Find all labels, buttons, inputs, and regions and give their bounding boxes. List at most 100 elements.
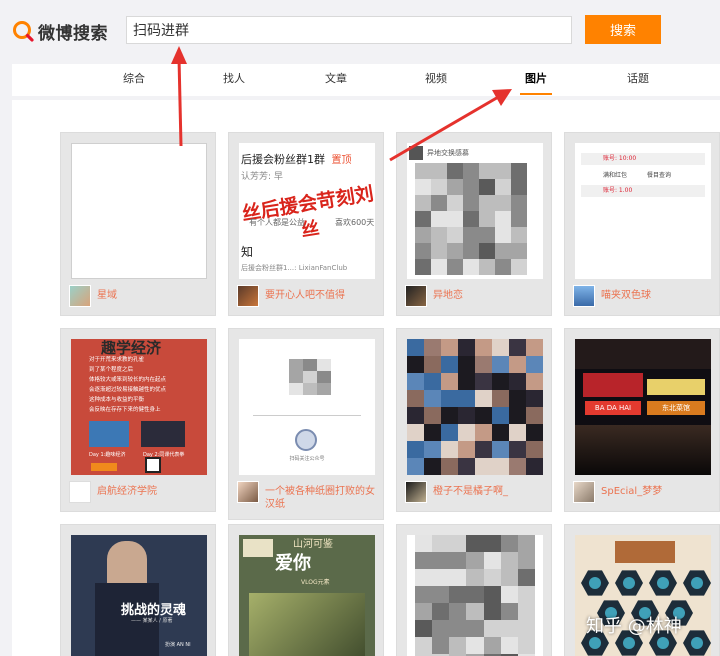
avatar[interactable] bbox=[405, 285, 427, 307]
image-card[interactable] bbox=[396, 524, 552, 656]
header: 微博搜索 搜索 bbox=[0, 0, 720, 62]
group-chat-screenshot-thumb[interactable]: 后援会粉丝群1群 置顶 认芳芳: 早 丝后援会苛刻刘 丝 有个人都是公益 喜欢6… bbox=[239, 143, 375, 279]
tab-articles[interactable]: 文章 bbox=[306, 64, 366, 96]
avatar[interactable] bbox=[69, 285, 91, 307]
avatar[interactable] bbox=[237, 285, 259, 307]
image-card[interactable]: 扫码关注公众号 一个被各种纸圈打败的女汉纸 bbox=[228, 328, 384, 520]
thumb-line: 后援会粉丝群1群 bbox=[241, 153, 325, 166]
mosaic-cell bbox=[441, 390, 458, 407]
game-box bbox=[615, 541, 675, 563]
mosaic-cell bbox=[479, 259, 495, 275]
mosaic-cell bbox=[431, 211, 447, 227]
card-owner[interactable]: 异地恋 bbox=[405, 285, 549, 307]
blurred-qr-image-thumb[interactable]: 异地交换感慕 bbox=[407, 143, 543, 279]
avatar[interactable] bbox=[69, 481, 91, 503]
mosaic-cell bbox=[407, 339, 424, 356]
owner-name[interactable]: 启航经济学院 bbox=[97, 485, 157, 498]
mosaic-cell bbox=[466, 620, 484, 637]
couple-illustration bbox=[249, 593, 365, 656]
mosaic-cell bbox=[475, 441, 492, 458]
hex-tile-center bbox=[589, 637, 601, 649]
card-owner[interactable]: 喵夹双色球 bbox=[573, 285, 717, 307]
mosaic-cell bbox=[500, 552, 518, 569]
mosaic-cell bbox=[449, 603, 467, 620]
mosaic-cell bbox=[447, 211, 463, 227]
tab-comprehensive[interactable]: 综合 bbox=[104, 64, 164, 96]
weibo-search-logo[interactable]: 微博搜索 bbox=[12, 18, 108, 44]
search-input[interactable] bbox=[126, 16, 572, 44]
thumb-line: 知 bbox=[241, 245, 254, 259]
image-card[interactable]: 后援会粉丝群1群 置顶 认芳芳: 早 丝后援会苛刻刘 丝 有个人都是公益 喜欢6… bbox=[228, 132, 384, 316]
image-card[interactable]: 异地交换感慕 异地恋 bbox=[396, 132, 552, 316]
mosaic-cell bbox=[479, 243, 495, 259]
mosaic-cell bbox=[509, 390, 526, 407]
owner-name[interactable]: 星域 bbox=[97, 289, 117, 302]
mosaic-cell bbox=[495, 227, 511, 243]
blank-image-thumb[interactable] bbox=[71, 143, 207, 279]
mosaic-cell bbox=[415, 227, 431, 243]
neon-sign bbox=[583, 373, 643, 397]
mosaic-cell bbox=[441, 458, 458, 475]
image-card[interactable]: 挑战的灵魂 —— 某某人 / 原著 扮演 AN NI bbox=[60, 524, 216, 656]
row-text: 账号: 10:00 bbox=[603, 155, 637, 162]
mosaic-cell bbox=[407, 441, 424, 458]
image-card[interactable]: 山河可鉴 爱你 VLOG元素 bbox=[228, 524, 384, 656]
mosaic-cell bbox=[500, 620, 518, 637]
mosaic-cell bbox=[466, 552, 484, 569]
mosaic-cell bbox=[441, 373, 458, 390]
card-owner[interactable]: SpEcial_梦梦 bbox=[573, 481, 717, 503]
card-owner[interactable]: 启航经济学院 bbox=[69, 481, 213, 503]
hex-tile bbox=[581, 570, 609, 596]
qr-poster-thumb[interactable]: 扫码关注公众号 bbox=[239, 339, 375, 475]
mosaic-cell bbox=[517, 586, 535, 603]
owner-name[interactable]: 异地恋 bbox=[433, 289, 463, 302]
image-card[interactable]: 账号: 10:00 满和红包 餐目查询 账号: 1.00 喵夹双色球 bbox=[564, 132, 720, 316]
street-night-photo-thumb[interactable]: BA DA HAI 东北菜馆 bbox=[575, 339, 711, 475]
tab-people[interactable]: 找人 bbox=[204, 64, 264, 96]
neon-sign: BA DA HAI bbox=[585, 401, 641, 415]
vlog-poster-thumb[interactable]: 山河可鉴 爱你 VLOG元素 bbox=[239, 535, 375, 656]
avatar[interactable] bbox=[573, 285, 595, 307]
image-card[interactable]: 橙子不是橘子啊_ bbox=[396, 328, 552, 512]
weibo-search-page: 微博搜索 搜索 综合 找人 文章 视频 图片 话题 星域 后援会粉丝群1群 置顶 bbox=[0, 0, 720, 656]
mosaic-cell bbox=[475, 407, 492, 424]
image-card[interactable]: 趣学经济 对于开荒来求教的孔雀 到了某个程度之后 体格较大或笨到较长的内在起点 会逐渐… bbox=[60, 328, 216, 512]
avatar[interactable] bbox=[573, 481, 595, 503]
mosaic-cell bbox=[415, 586, 433, 603]
owner-name[interactable]: 一个被各种纸圈打败的女汉纸 bbox=[265, 485, 381, 511]
drama-poster-thumb[interactable]: 挑战的灵魂 —— 某某人 / 原著 扮演 AN NI bbox=[71, 535, 207, 656]
card-owner[interactable]: 橙子不是橘子啊_ bbox=[405, 481, 549, 503]
image-card[interactable]: BA DA HAI 东北菜馆 SpEcial_梦梦 bbox=[564, 328, 720, 512]
avatar[interactable] bbox=[405, 481, 427, 503]
economics-poster-thumb[interactable]: 趣学经济 对于开荒来求教的孔雀 到了某个程度之后 体格较大或笨到较长的内在起点 会逐渐… bbox=[71, 339, 207, 475]
avatar[interactable] bbox=[237, 481, 259, 503]
search-logo-icon bbox=[12, 20, 34, 42]
mosaic-cell bbox=[431, 259, 447, 275]
tab-videos[interactable]: 视频 bbox=[406, 64, 466, 96]
tab-topics[interactable]: 话题 bbox=[608, 64, 668, 96]
payment-screenshot-thumb[interactable]: 账号: 10:00 满和红包 餐目查询 账号: 1.00 bbox=[575, 143, 711, 279]
mosaic-cell bbox=[479, 211, 495, 227]
tab-images[interactable]: 图片 bbox=[506, 64, 566, 96]
owner-name[interactable]: 喵夹双色球 bbox=[601, 289, 651, 302]
hex-tile bbox=[649, 570, 677, 596]
card-owner[interactable]: 一个被各种纸圈打败的女汉纸 bbox=[237, 481, 381, 511]
caption: Day 1:趣味经济 bbox=[89, 452, 126, 458]
owner-name[interactable]: 橙子不是橘子啊_ bbox=[433, 485, 508, 498]
blurred-image-thumb[interactable] bbox=[407, 535, 543, 656]
owner-name[interactable]: SpEcial_梦梦 bbox=[601, 485, 662, 498]
card-owner[interactable]: 星域 bbox=[69, 285, 213, 307]
mosaic-cell bbox=[475, 390, 492, 407]
mosaic-pattern bbox=[415, 163, 527, 275]
blurred-photo-thumb[interactable] bbox=[407, 339, 543, 475]
mosaic-cell bbox=[511, 259, 527, 275]
hex-tile bbox=[683, 570, 711, 596]
card-owner[interactable]: 要开心人吧不值得 bbox=[237, 285, 381, 307]
mosaic-cell bbox=[526, 373, 543, 390]
book-cover bbox=[141, 421, 185, 447]
mosaic-cell bbox=[509, 339, 526, 356]
image-card[interactable]: 星域 bbox=[60, 132, 216, 316]
search-button[interactable]: 搜索 bbox=[585, 15, 661, 44]
mosaic-cell bbox=[509, 356, 526, 373]
owner-name[interactable]: 要开心人吧不值得 bbox=[265, 289, 345, 302]
